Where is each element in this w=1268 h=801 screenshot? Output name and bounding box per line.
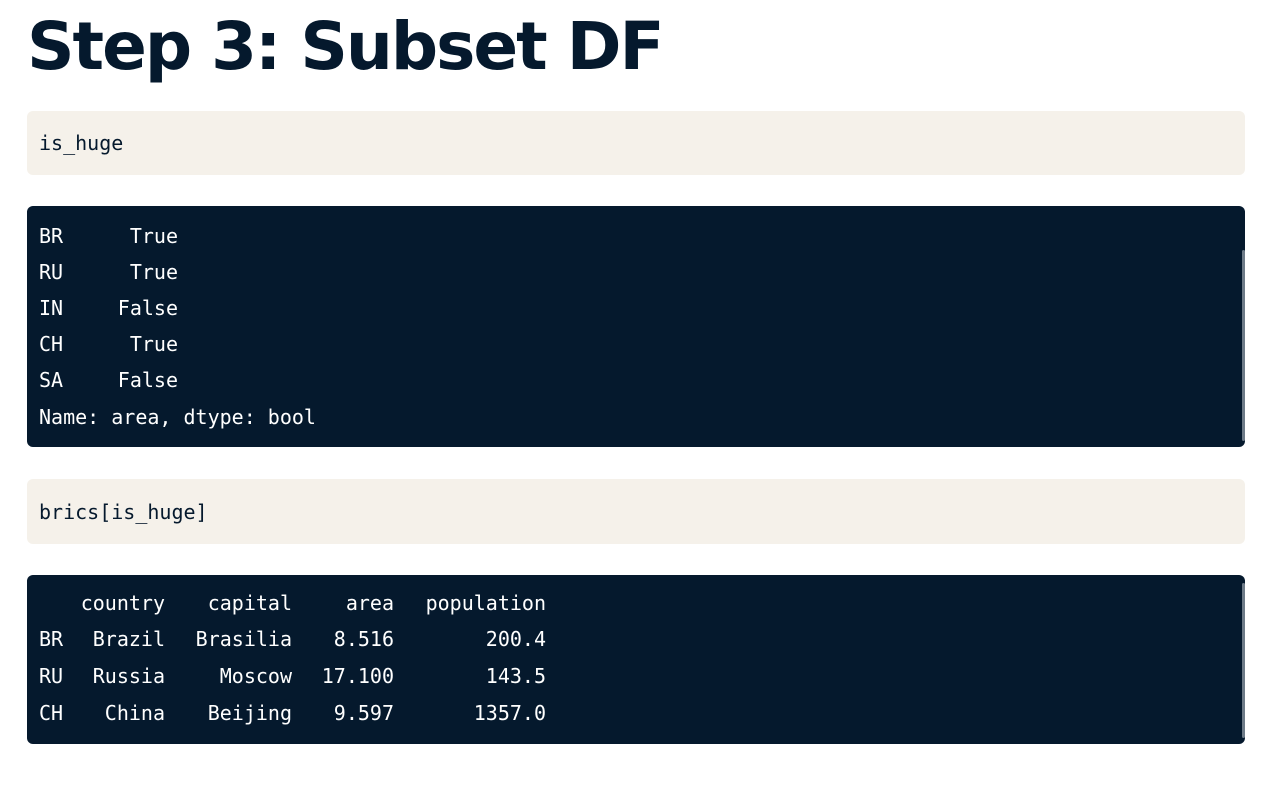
column-header-country: country — [80, 591, 165, 615]
series-index: BR — [39, 224, 64, 248]
series-row: SA False — [39, 362, 1233, 398]
cell-capital: Moscow — [219, 664, 292, 688]
dataframe-index-header — [39, 585, 77, 621]
row-index: RU — [39, 664, 64, 688]
table-row: BR Brazil Brasilia 8.516 200.4 — [39, 621, 546, 657]
cell-area: 9.597 — [333, 701, 394, 725]
row-index: BR — [39, 627, 64, 651]
cell-country: Brazil — [92, 627, 165, 651]
cell-population: 1357.0 — [473, 701, 546, 725]
series-index: IN — [39, 296, 64, 320]
output-scrollbar[interactable] — [1242, 583, 1245, 738]
series-index: SA — [39, 368, 64, 392]
series-value: True — [129, 332, 178, 356]
series-row: IN False — [39, 290, 1233, 326]
cell-population: 143.5 — [485, 664, 546, 688]
series-value: False — [117, 296, 178, 320]
code-output-block: BR True RU True IN False CH True SA False Nam… — [27, 206, 1245, 447]
cell-capital: Brasilia — [195, 627, 292, 651]
row-index: CH — [39, 701, 64, 725]
series-row: RU True — [39, 254, 1233, 290]
series-value: False — [117, 368, 178, 392]
code-input-block[interactable]: brics[is_huge] — [27, 479, 1245, 544]
cell-area: 8.516 — [333, 627, 394, 651]
series-index: CH — [39, 332, 64, 356]
series-footer: Name: area, dtype: bool — [39, 405, 316, 429]
cell-area: 17.100 — [321, 664, 394, 688]
cell-capital: Beijing — [207, 701, 292, 725]
dataframe-output-block: country capital area population BR Brazi… — [27, 575, 1245, 744]
series-value: True — [129, 224, 178, 248]
column-header-population: population — [425, 591, 546, 615]
cell-country: China — [104, 701, 165, 725]
series-value: True — [129, 260, 178, 284]
table-row: CH China Beijing 9.597 1357.0 — [39, 695, 546, 731]
code-input-text: is_huge — [39, 131, 124, 155]
code-input-text: brics[is_huge] — [39, 499, 208, 524]
page-title: Step 3: Subset DF — [27, 8, 665, 85]
series-row: CH True — [39, 326, 1233, 362]
column-header-capital: capital — [207, 591, 292, 615]
code-input-block[interactable]: is_huge — [27, 111, 1245, 175]
dataframe-header-row: country capital area population — [39, 585, 546, 621]
cell-population: 200.4 — [485, 627, 546, 651]
cell-country: Russia — [92, 664, 165, 688]
dataframe-table: country capital area population BR Brazi… — [39, 585, 546, 731]
output-scrollbar[interactable] — [1242, 250, 1245, 441]
column-header-area: area — [345, 591, 394, 615]
table-row: RU Russia Moscow 17.100 143.5 — [39, 657, 546, 695]
series-row: BR True — [39, 218, 1233, 254]
series-index: RU — [39, 260, 64, 284]
